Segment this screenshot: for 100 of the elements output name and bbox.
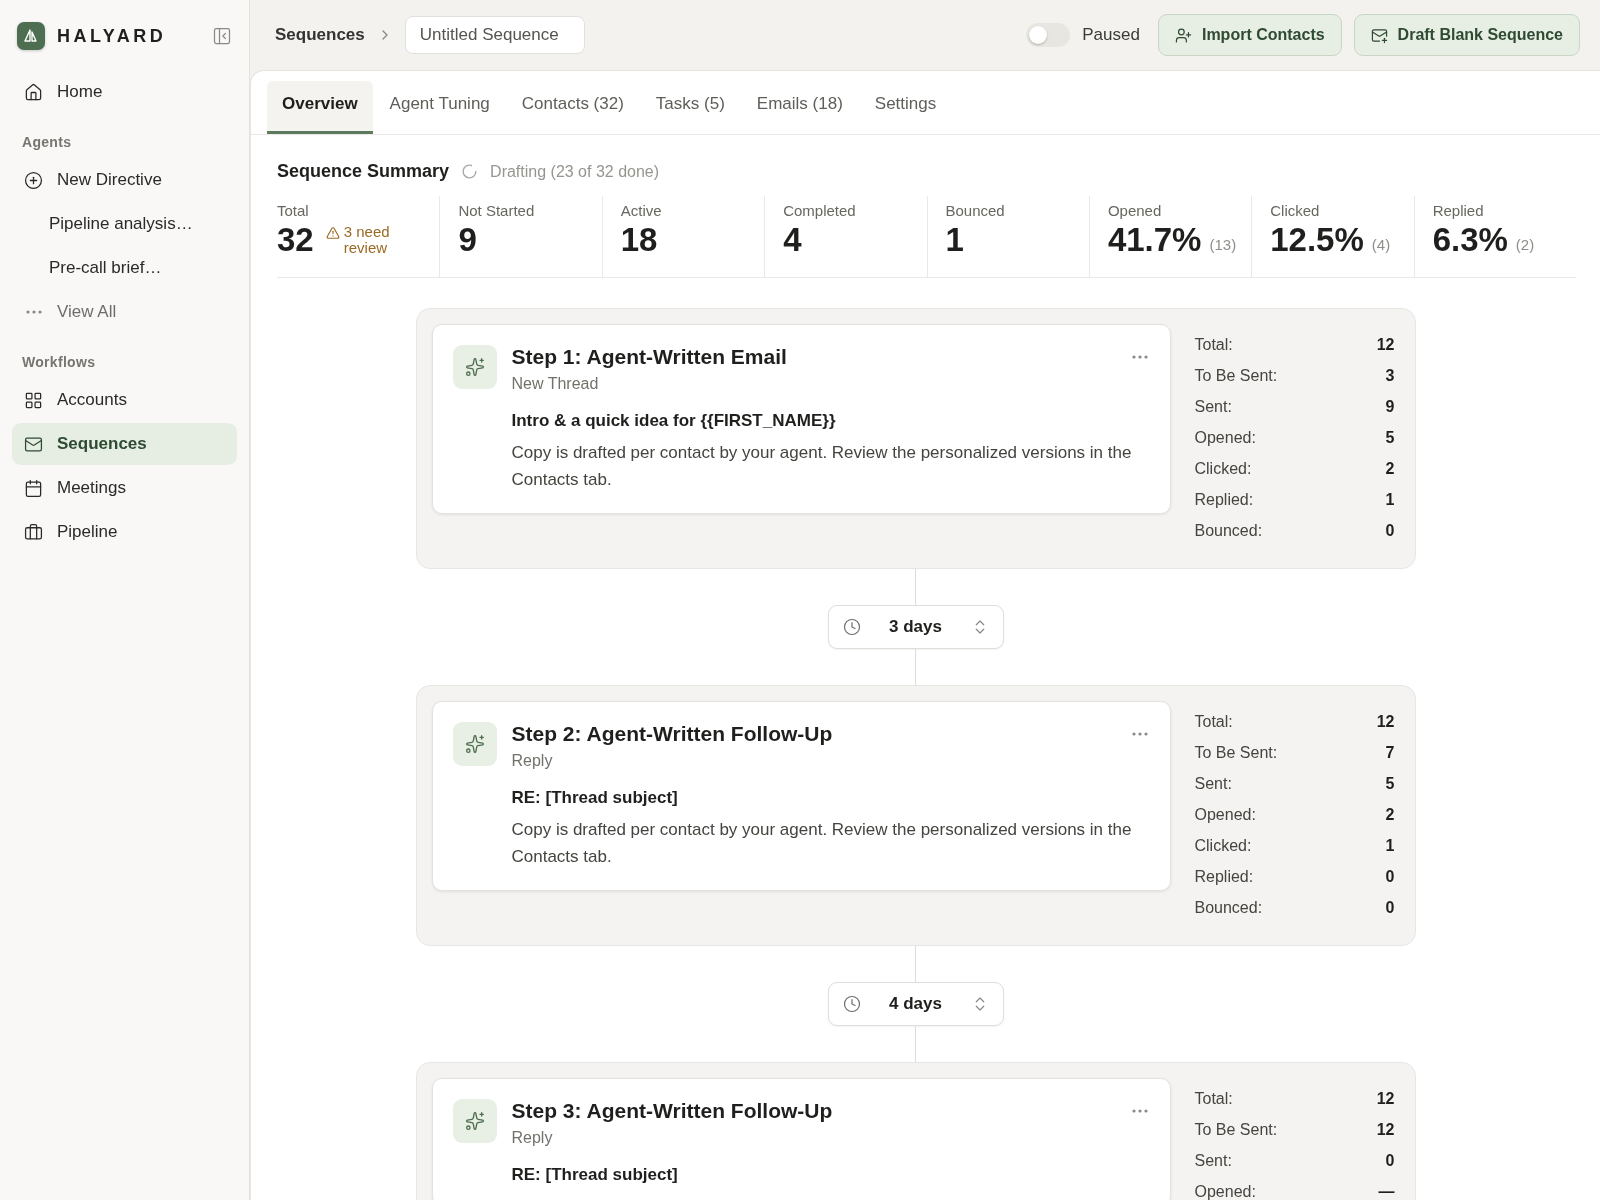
step-description: Copy is drafted per contact by your agent. Review the personalized versions in the Contacts tab. (511, 442, 1133, 491)
delay-selector[interactable]: 3 days (827, 605, 1004, 649)
step-type: Reply (511, 752, 554, 770)
stat-label: Clicked: (1194, 837, 1252, 856)
metric-value: 32 (277, 221, 314, 259)
review-warning[interactable]: 3 need review (343, 224, 404, 256)
stat-label: Total: (1194, 713, 1233, 732)
metric-label: Clicked (1270, 202, 1321, 219)
step-title: Step 1: Agent-Written Email (511, 345, 787, 369)
stat-label: Sent: (1194, 1152, 1232, 1171)
stat-label: Opened: (1194, 429, 1256, 448)
metric-value: 9 (458, 221, 477, 259)
metric-value: 41.7% (1107, 221, 1202, 259)
briefcase-icon (24, 522, 43, 542)
stat-value: 0 (1385, 522, 1395, 541)
section-heading: Workflows (21, 353, 97, 372)
nav-item[interactable]: Accounts (12, 379, 237, 421)
metric-label: Completed (783, 202, 857, 219)
nav-item[interactable]: Sequences (12, 423, 237, 465)
email-subject: Intro & a quick idea for {{FIRST_NAME}} (511, 411, 837, 431)
tab[interactable]: Settings (859, 81, 952, 134)
tab[interactable]: Agent Tuning (374, 81, 505, 134)
metric-count: (4) (1371, 235, 1391, 253)
user-plus-icon (1174, 26, 1192, 44)
email-subject: RE: [Thread subject] (511, 1165, 679, 1185)
action-button[interactable]: Draft Blank Sequence (1353, 14, 1580, 56)
stat-label: Sent: (1194, 398, 1232, 417)
pause-toggle[interactable] (1026, 23, 1071, 47)
sequence-name-field[interactable]: Untitled Sequence (404, 16, 585, 54)
stat-label: Opened: (1194, 1183, 1256, 1200)
metric-label: Not Started (458, 202, 536, 219)
stat-value: 12 (1376, 713, 1395, 732)
clock-icon (842, 618, 861, 636)
nav-item[interactable]: Pipeline (12, 511, 237, 553)
toggle-label: Paused (1082, 25, 1140, 45)
nav-item[interactable]: Pre-call brief… (12, 247, 237, 289)
stat-label: Clicked: (1194, 460, 1252, 479)
metric-value: 1 (945, 221, 964, 259)
section-heading: Agents (21, 133, 73, 152)
nav-item[interactable]: Pipeline analysis… (12, 203, 237, 245)
step-type: New Thread (511, 375, 600, 393)
tab[interactable]: Contacts (32) (506, 81, 639, 134)
more-icon[interactable] (1131, 1109, 1148, 1113)
more-icon (25, 310, 42, 314)
sidebar-toggle-icon[interactable] (212, 26, 232, 46)
delay-selector[interactable]: 4 days (827, 982, 1004, 1026)
nav-item[interactable]: View All (12, 291, 237, 333)
stat-value: 0 (1385, 899, 1395, 918)
sparkle-icon (452, 1099, 497, 1143)
stat-value: 12 (1376, 336, 1395, 355)
stat-label: Replied: (1194, 868, 1254, 887)
metric-label: Opened (1107, 202, 1163, 219)
summary-status: Drafting (23 of 32 done) (490, 162, 660, 181)
metric-label: Total (277, 202, 310, 219)
breadcrumb-link[interactable]: Sequences (275, 25, 365, 45)
metric-label: Bounced (945, 202, 1006, 219)
stat-value: 0 (1385, 1152, 1395, 1171)
step-title: Step 3: Agent-Written Follow-Up (511, 1099, 833, 1123)
stat-value: 5 (1385, 775, 1395, 794)
stat-value: — (1378, 1183, 1395, 1200)
stat-value: 2 (1385, 806, 1395, 825)
warning-icon (325, 226, 340, 240)
home-icon (24, 82, 43, 102)
stat-value: 1 (1385, 491, 1395, 510)
tab[interactable]: Emails (18) (741, 81, 858, 134)
sparkle-icon (452, 722, 497, 766)
metric-value: 12.5% (1270, 221, 1364, 259)
stat-label: Total: (1194, 336, 1233, 355)
tab[interactable]: Overview (267, 81, 373, 134)
email-subject: RE: [Thread subject] (511, 788, 679, 808)
stat-label: Sent: (1194, 775, 1232, 794)
stat-value: 5 (1385, 429, 1395, 448)
nav-item[interactable]: New Directive (12, 159, 237, 201)
stat-label: To Be Sent: (1194, 1121, 1278, 1140)
action-button[interactable]: Import Contacts (1157, 14, 1342, 56)
tab[interactable]: Tasks (5) (640, 81, 740, 134)
stat-label: To Be Sent: (1194, 744, 1278, 763)
summary-title: Sequence Summary (277, 161, 450, 182)
nav-item[interactable]: Home (12, 71, 237, 113)
stat-label: Replied: (1194, 491, 1254, 510)
more-icon[interactable] (1131, 355, 1148, 359)
logo-icon (17, 22, 45, 50)
metric-value: 6.3% (1432, 221, 1508, 259)
plus-circle-icon (24, 170, 43, 190)
stat-label: Bounced: (1194, 899, 1263, 918)
calendar-icon (24, 478, 43, 498)
clock-icon (842, 995, 861, 1013)
sparkle-icon (452, 345, 497, 389)
metric-value: 18 (620, 221, 658, 259)
metric-count: (13) (1209, 235, 1237, 253)
stat-value: 12 (1376, 1121, 1395, 1140)
step-type: Reply (511, 1129, 554, 1147)
more-icon[interactable] (1131, 732, 1148, 736)
stat-label: To Be Sent: (1194, 367, 1278, 386)
stat-value: 12 (1376, 1090, 1395, 1109)
metric-label: Replied (1432, 202, 1485, 219)
mail-plus-icon (1370, 26, 1388, 44)
metric-value: 4 (783, 221, 802, 259)
stat-label: Opened: (1194, 806, 1256, 825)
nav-item[interactable]: Meetings (12, 467, 237, 509)
